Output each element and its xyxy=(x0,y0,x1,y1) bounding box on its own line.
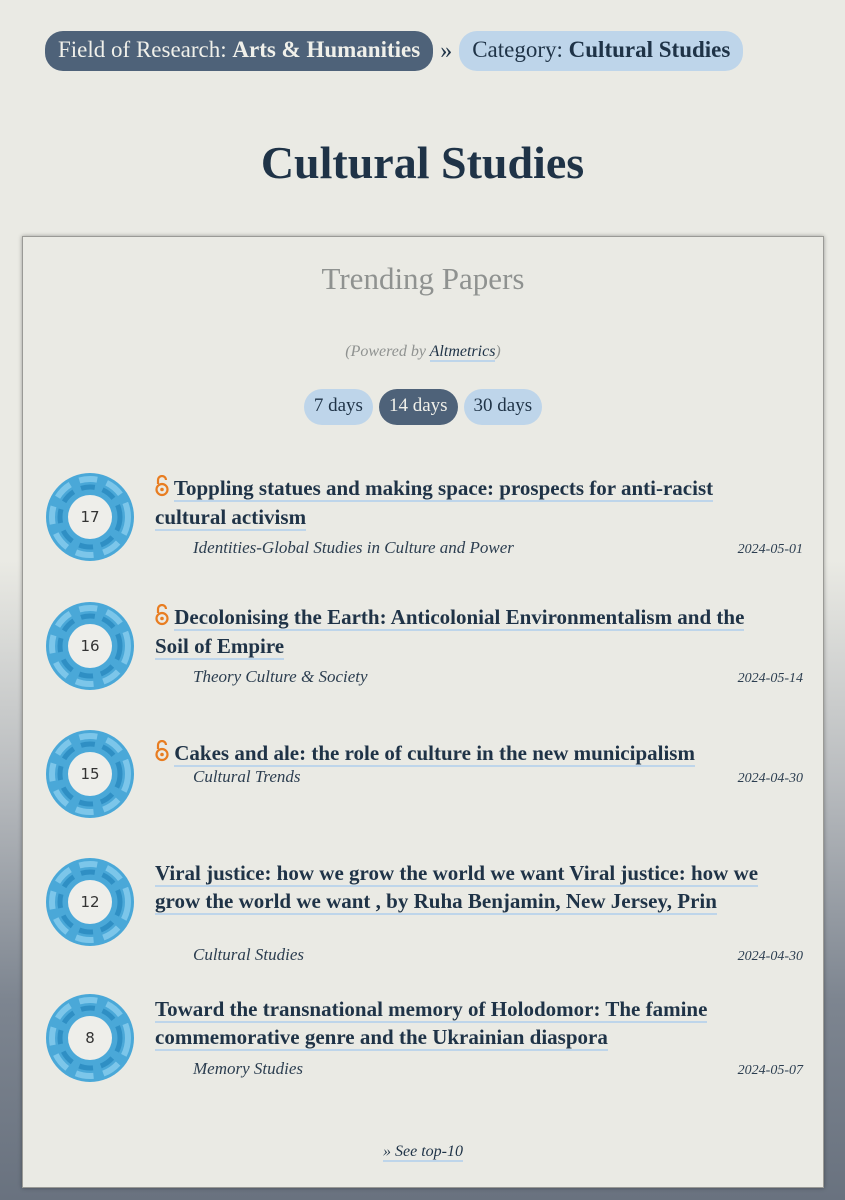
paper-journal: Cultural Studies xyxy=(193,945,304,964)
paper-journal: Theory Culture & Society xyxy=(193,667,368,686)
paper-title-link[interactable]: Toppling statues and making space: prosp… xyxy=(155,476,714,531)
altmetric-score: 15 xyxy=(80,765,100,783)
altmetric-score: 8 xyxy=(85,1029,95,1047)
paper-title-link[interactable]: Viral justice: how we grow the world we … xyxy=(155,861,759,915)
paper-date: 2024-04-30 xyxy=(737,949,803,964)
altmetric-badge[interactable]: 16 xyxy=(43,599,137,693)
breadcrumb-category-link[interactable]: Category: Cultural Studies xyxy=(459,31,744,71)
see-top-10: » See top-10 xyxy=(23,1143,823,1162)
trending-papers-panel: Trending Papers (Powered by Altmetrics) … xyxy=(22,236,824,1188)
open-access-icon xyxy=(155,603,169,630)
altmetrics-link[interactable]: Altmetrics xyxy=(429,343,496,362)
breadcrumb: Field of Research: Arts & Humanities » C… xyxy=(45,31,744,71)
field-prefix: Field of Research: xyxy=(58,37,233,62)
paper-title: Decolonising the Earth: Anticolonial Env… xyxy=(155,603,775,660)
paper-date: 2024-04-30 xyxy=(737,771,803,786)
paper-journal: Cultural Trends xyxy=(193,767,301,786)
altmetric-badge[interactable]: 8 xyxy=(43,991,137,1085)
paper-date: 2024-05-01 xyxy=(737,542,803,557)
panel-title: Trending Papers xyxy=(321,261,525,296)
altmetric-badge[interactable]: 12 xyxy=(43,855,137,949)
altmetric-badge[interactable]: 15 xyxy=(43,727,137,821)
altmetric-badge[interactable]: 17 xyxy=(43,470,137,564)
altmetric-score: 12 xyxy=(80,893,100,911)
paper-title-link[interactable]: Toward the transnational memory of Holod… xyxy=(155,997,708,1051)
powered-by: (Powered by Altmetrics) xyxy=(23,343,823,362)
see-top-10-link[interactable]: » See top-10 xyxy=(383,1143,463,1162)
tab-14-days[interactable]: 14 days xyxy=(378,389,458,425)
powered-suffix: ) xyxy=(495,343,501,360)
breadcrumb-field-link[interactable]: Field of Research: Arts & Humanities xyxy=(45,31,434,71)
category-value: Cultural Studies xyxy=(568,37,731,62)
open-access-icon xyxy=(155,474,169,501)
paper-journal: Identities-Global Studies in Culture and… xyxy=(193,538,514,557)
altmetric-score: 17 xyxy=(80,508,100,526)
time-range-tabs: 7 days 14 days 30 days xyxy=(23,389,823,425)
paper-title: Cakes and ale: the role of culture in th… xyxy=(155,739,775,768)
paper-title: Viral justice: how we grow the world we … xyxy=(155,859,775,915)
tab-30-days[interactable]: 30 days xyxy=(463,389,543,425)
page-title: Cultural Studies xyxy=(260,137,585,188)
paper-title: Toward the transnational memory of Holod… xyxy=(155,995,775,1051)
paper-title-link[interactable]: Cakes and ale: the role of culture in th… xyxy=(174,741,695,767)
paper-title-link[interactable]: Decolonising the Earth: Anticolonial Env… xyxy=(155,605,745,660)
paper-date: 2024-05-07 xyxy=(737,1063,803,1078)
field-value: Arts & Humanities xyxy=(232,37,421,62)
breadcrumb-separator: » xyxy=(440,37,453,64)
tab-7-days[interactable]: 7 days xyxy=(303,389,373,425)
paper-title: Toppling statues and making space: prosp… xyxy=(155,474,775,531)
paper-journal: Memory Studies xyxy=(193,1059,304,1078)
category-prefix: Category: xyxy=(472,37,569,62)
powered-prefix: (Powered by xyxy=(345,343,430,360)
altmetric-score: 16 xyxy=(80,637,100,655)
open-access-icon xyxy=(155,739,169,766)
paper-date: 2024-05-14 xyxy=(737,671,803,686)
